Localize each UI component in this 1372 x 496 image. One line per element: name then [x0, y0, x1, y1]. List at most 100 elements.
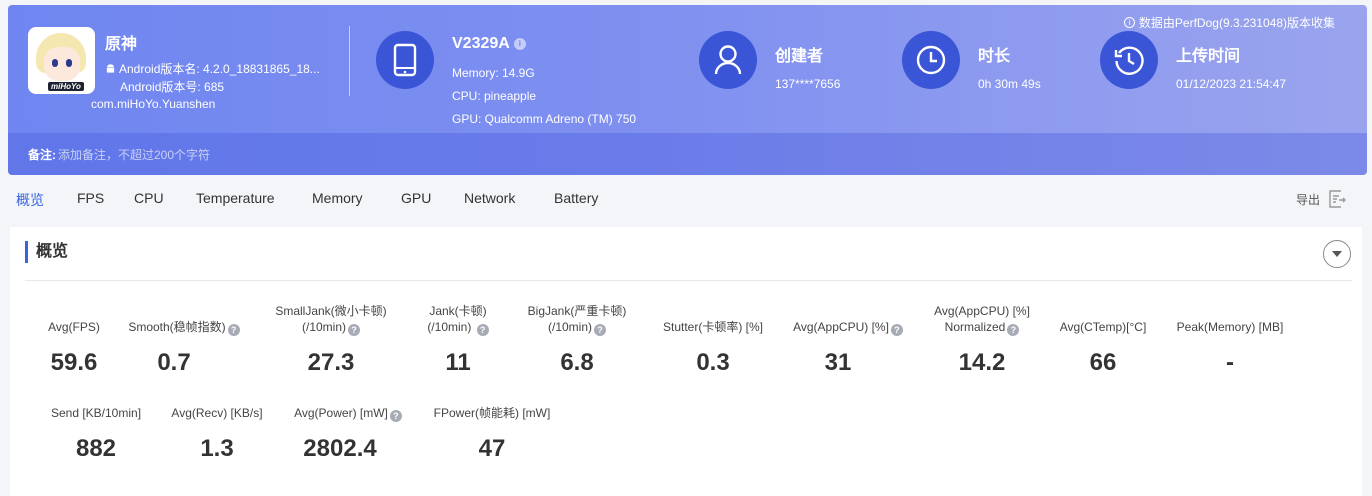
device-cpu: CPU: pineapple — [452, 89, 537, 103]
tab-overview[interactable]: 概览 — [16, 190, 44, 210]
creator-value: 137****7656 — [775, 77, 841, 91]
export-button[interactable]: 导出 — [1296, 190, 1346, 208]
metric-avg-app-cpu-normalized: Avg(AppCPU) [%] Normalized? 14.2 — [922, 303, 1042, 376]
metric-stutter: Stutter(卡顿率) [%] 0.3 — [653, 319, 773, 376]
device-info: V2329A i Memory: 14.9G CPU: pineapple GP… — [452, 35, 636, 131]
upload-info: 上传时间 01/12/2023 21:54:47 — [1176, 42, 1286, 91]
note-label: 备注: — [28, 147, 56, 162]
help-icon[interactable]: ? — [594, 324, 606, 336]
metric-value: 0.7 — [157, 349, 191, 376]
metric-avg-recv: Avg(Recv) [KB/s] 1.3 — [157, 405, 277, 462]
duration-info: 时长 0h 30m 49s — [978, 42, 1041, 91]
metric-label-unit: (/10min) — [301, 320, 346, 334]
metric-value: 11 — [445, 349, 471, 376]
metric-smooth: Smooth(稳帧指数)? 0.7 — [119, 319, 249, 376]
help-icon[interactable]: ? — [476, 324, 489, 336]
app-version-name: Android版本名: 4.2.0_18831865_18... — [119, 62, 320, 76]
help-icon[interactable]: ? — [890, 324, 903, 336]
app-icon-logo: miHoYo — [48, 82, 84, 91]
duration-label: 时长 — [978, 48, 1011, 65]
metric-value: 59.6 — [50, 349, 98, 376]
card-divider — [25, 280, 1352, 281]
collapse-button[interactable] — [1323, 240, 1351, 268]
user-icon — [699, 31, 757, 89]
help-icon[interactable]: ? — [389, 410, 402, 422]
metric-big-jank: BigJank(严重卡顿) (/10min)? 6.8 — [510, 303, 644, 376]
metric-fpower: FPower(帧能耗) [mW] 47 — [426, 405, 558, 462]
header-divider — [349, 26, 350, 96]
metric-value: 31 — [824, 349, 852, 376]
note-placeholder[interactable]: 添加备注，不超过200个字符 — [58, 146, 210, 163]
metric-label-unit: (/10min) — [427, 320, 472, 334]
help-icon[interactable]: ? — [1007, 324, 1020, 336]
upload-label: 上传时间 — [1176, 48, 1241, 65]
upload-value: 01/12/2023 21:54:47 — [1176, 77, 1287, 91]
metric-label-unit: (/10min) — [547, 320, 592, 334]
device-gpu: GPU: Qualcomm Adreno (TM) 750 — [452, 112, 637, 126]
tab-battery[interactable]: Battery — [554, 190, 598, 206]
app-package: com.miHoYo.Yuanshen — [91, 97, 216, 111]
tab-temperature[interactable]: Temperature — [196, 190, 275, 206]
export-icon — [1329, 190, 1346, 208]
overview-title: 概览 — [25, 241, 68, 263]
source-note-text: 数据由PerfDog(9.3.231048)版本收集 — [1138, 16, 1335, 30]
metric-small-jank: SmallJank(微小卡顿) (/10min)? 27.3 — [261, 303, 401, 376]
metric-avg-power: Avg(Power) [mW]? 2802.4 — [280, 405, 416, 462]
triangle-down-icon — [1332, 251, 1342, 257]
metric-label: Send [KB/10min] — [50, 406, 142, 420]
app-info: miHoYo 原神 Android版本名: 4.2.0_18831865_18.… — [28, 27, 320, 111]
metric-label: BigJank(严重卡顿) — [527, 304, 627, 318]
metric-value: 14.2 — [958, 349, 1006, 376]
session-header-banner: i 数据由PerfDog(9.3.231048)版本收集 miHoYo 原神 A… — [8, 5, 1367, 175]
app-name: 原神 — [105, 36, 138, 53]
metric-send: Send [KB/10min] 882 — [36, 405, 156, 462]
tab-cpu[interactable]: CPU — [134, 190, 164, 206]
info-icon: i — [1123, 17, 1135, 28]
metric-value: 0.3 — [696, 349, 730, 376]
device-memory: Memory: 14.9G — [452, 66, 535, 80]
device-model: V2329A — [452, 35, 510, 52]
metric-avg-app-cpu: Avg(AppCPU) [%]? 31 — [783, 319, 913, 376]
metric-avg-ctemp: Avg(CTemp)[°C] 66 — [1053, 319, 1153, 376]
metric-label: Avg(Power) [mW] — [294, 406, 388, 420]
tab-memory[interactable]: Memory — [312, 190, 363, 206]
history-icon — [1100, 31, 1158, 89]
tab-network[interactable]: Network — [464, 190, 515, 206]
metric-value: - — [1226, 349, 1234, 376]
metric-value: 882 — [75, 435, 117, 462]
tab-gpu[interactable]: GPU — [401, 190, 431, 206]
note-bar[interactable]: 备注: 添加备注，不超过200个字符 — [8, 133, 1367, 175]
metric-label: Avg(AppCPU) [%] — [793, 320, 889, 334]
source-note: i 数据由PerfDog(9.3.231048)版本收集 — [1123, 14, 1335, 31]
duration-value: 0h 30m 49s — [978, 77, 1041, 91]
android-icon — [106, 64, 115, 73]
export-label: 导出 — [1295, 192, 1320, 207]
metric-label: SmallJank(微小卡顿) — [275, 304, 387, 318]
metric-label: Peak(Memory) [MB] — [1176, 320, 1284, 334]
clock-icon — [902, 31, 960, 89]
tab-fps[interactable]: FPS — [77, 190, 104, 206]
metric-peak-memory: Peak(Memory) [MB] - — [1170, 319, 1290, 376]
metric-label-unit: Normalized — [944, 320, 1006, 334]
help-icon[interactable]: ? — [227, 324, 240, 336]
overview-card: 概览 Avg(FPS) 59.6 Smooth(稳帧指数)? 0.7 Small… — [10, 227, 1362, 496]
metric-label: Smooth(稳帧指数) — [128, 320, 226, 334]
phone-icon — [376, 31, 434, 89]
help-icon[interactable]: ? — [348, 324, 360, 336]
metric-label: Stutter(卡顿率) [%] — [662, 320, 763, 334]
metric-value: 2802.4 — [303, 435, 377, 462]
metric-value: 27.3 — [307, 349, 355, 376]
metric-label: Avg(Recv) [KB/s] — [171, 406, 263, 420]
device-info-icon[interactable]: i — [513, 38, 526, 50]
metric-value: 66 — [1089, 349, 1117, 376]
creator-label: 创建者 — [775, 48, 824, 65]
app-icon: miHoYo — [28, 27, 95, 94]
metric-label: Jank(卡顿) — [429, 304, 487, 318]
app-version-code: Android版本号: 685 — [120, 80, 225, 94]
metric-value: 1.3 — [200, 435, 234, 462]
metric-label: FPower(帧能耗) [mW] — [433, 406, 551, 420]
metric-value: 47 — [478, 435, 506, 462]
metric-avg-fps: Avg(FPS) 59.6 — [14, 319, 134, 376]
metric-value: 6.8 — [560, 349, 594, 376]
creator-info: 创建者 137****7656 — [775, 42, 840, 91]
